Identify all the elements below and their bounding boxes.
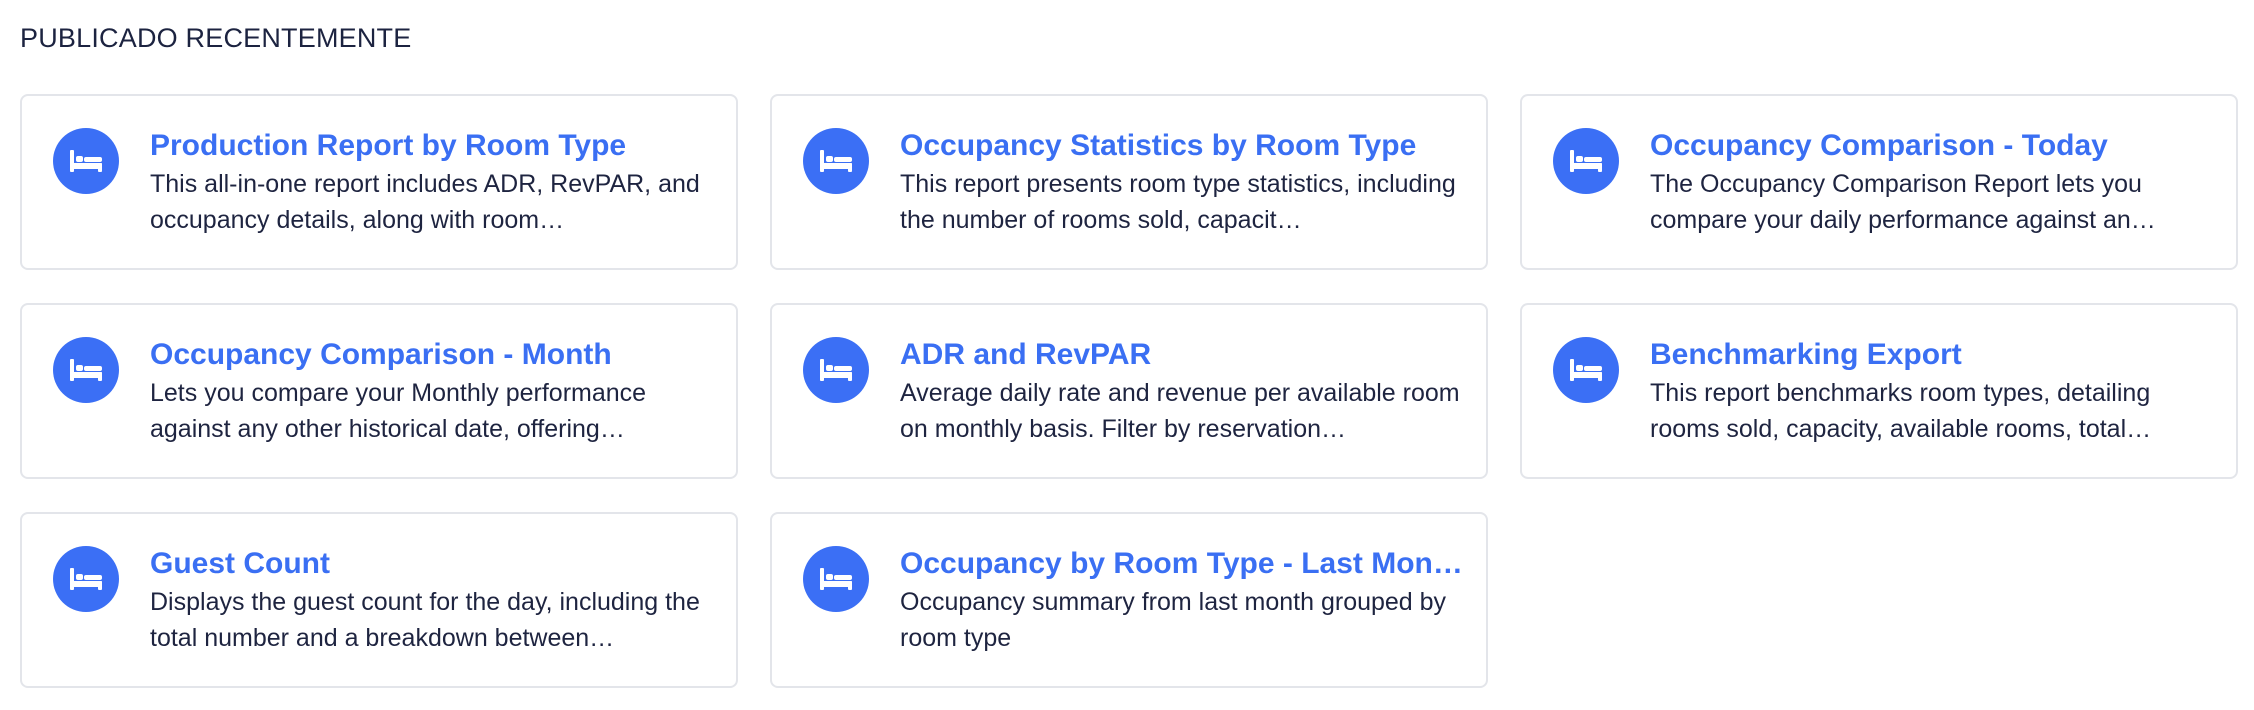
- recently-published-page: PUBLICADO RECENTEMENTE Production Report…: [0, 0, 2254, 710]
- report-card-benchmarking-export[interactable]: Benchmarking Export This report benchmar…: [1520, 303, 2238, 479]
- report-description: Occupancy summary from last month groupe…: [900, 588, 1447, 652]
- report-description: This report benchmarks room types, detai…: [1650, 379, 2152, 443]
- bed-icon: [1553, 337, 1619, 403]
- section-title: PUBLICADO RECENTEMENTE: [20, 23, 412, 53]
- report-card-occupancy-by-room-type-last-month[interactable]: Occupancy by Room Type - Last Mon… Occup…: [770, 512, 1488, 688]
- report-title[interactable]: Occupancy Comparison - Month: [150, 335, 718, 375]
- report-title[interactable]: Benchmarking Export: [1650, 335, 2218, 375]
- report-title[interactable]: Occupancy Comparison - Today: [1650, 126, 2218, 166]
- report-card-production-by-room-type[interactable]: Production Report by Room Type This all-…: [20, 94, 738, 270]
- report-description: This report presents room type statistic…: [900, 170, 1456, 234]
- report-title[interactable]: Occupancy by Room Type - Last Mon…: [900, 544, 1468, 584]
- report-title[interactable]: Occupancy Statistics by Room Type: [900, 126, 1468, 166]
- report-card-occupancy-statistics-by-room-type[interactable]: Occupancy Statistics by Room Type This r…: [770, 94, 1488, 270]
- report-card-occupancy-comparison-month[interactable]: Occupancy Comparison - Month Lets you co…: [20, 303, 738, 479]
- bed-icon: [53, 128, 119, 194]
- report-card-occupancy-comparison-today[interactable]: Occupancy Comparison - Today The Occupan…: [1520, 94, 2238, 270]
- bed-icon: [53, 546, 119, 612]
- report-title[interactable]: ADR and RevPAR: [900, 335, 1468, 375]
- bed-icon: [1553, 128, 1619, 194]
- report-description: Lets you compare your Monthly performanc…: [150, 379, 647, 443]
- report-description: The Occupancy Comparison Report lets you…: [1650, 170, 2156, 234]
- report-card-adr-and-revpar[interactable]: ADR and RevPAR Average daily rate and re…: [770, 303, 1488, 479]
- report-description: Average daily rate and revenue per avail…: [900, 379, 1460, 443]
- bed-icon: [803, 128, 869, 194]
- bed-icon: [53, 337, 119, 403]
- report-description: This all-in-one report includes ADR, Rev…: [150, 170, 700, 234]
- bed-icon: [803, 337, 869, 403]
- report-card-guest-count[interactable]: Guest Count Displays the guest count for…: [20, 512, 738, 688]
- report-title[interactable]: Guest Count: [150, 544, 718, 584]
- report-description: Displays the guest count for the day, in…: [150, 588, 700, 652]
- report-title[interactable]: Production Report by Room Type: [150, 126, 718, 166]
- bed-icon: [803, 546, 869, 612]
- report-grid: Production Report by Room Type This all-…: [20, 94, 2238, 688]
